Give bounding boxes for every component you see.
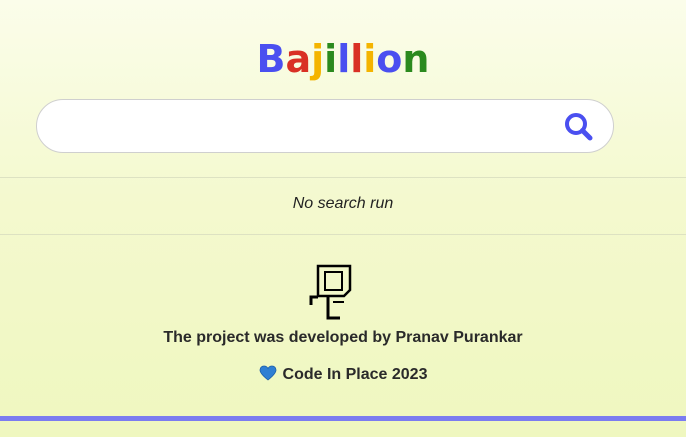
site-logo: Bajillion — [0, 36, 686, 82]
event-line: Code In Place 2023 — [0, 365, 686, 384]
divider-bottom — [0, 234, 686, 235]
search-status: No search run — [292, 195, 394, 212]
search-icon — [565, 113, 593, 141]
event-text: Code In Place 2023 — [282, 366, 428, 383]
logo-letter: l — [350, 37, 364, 81]
credit-text: The project was developed by Pranav Pura… — [163, 329, 523, 346]
logo-letter: a — [285, 37, 312, 81]
logo-letter: n — [402, 37, 430, 81]
divider-top — [0, 177, 686, 178]
logo-letter: i — [324, 37, 338, 81]
logo-letter: j — [311, 37, 325, 81]
code-in-place-karel-icon — [306, 263, 358, 323]
blue-heart-icon — [259, 365, 276, 381]
logo-letter: i — [363, 37, 377, 81]
search-bar — [36, 99, 614, 153]
search-input[interactable] — [61, 112, 565, 144]
search-button[interactable] — [563, 111, 595, 143]
logo-letter: l — [337, 37, 351, 81]
bottom-accent-bar — [0, 416, 686, 421]
logo-letter: B — [256, 37, 286, 81]
logo-letter: o — [376, 37, 403, 81]
